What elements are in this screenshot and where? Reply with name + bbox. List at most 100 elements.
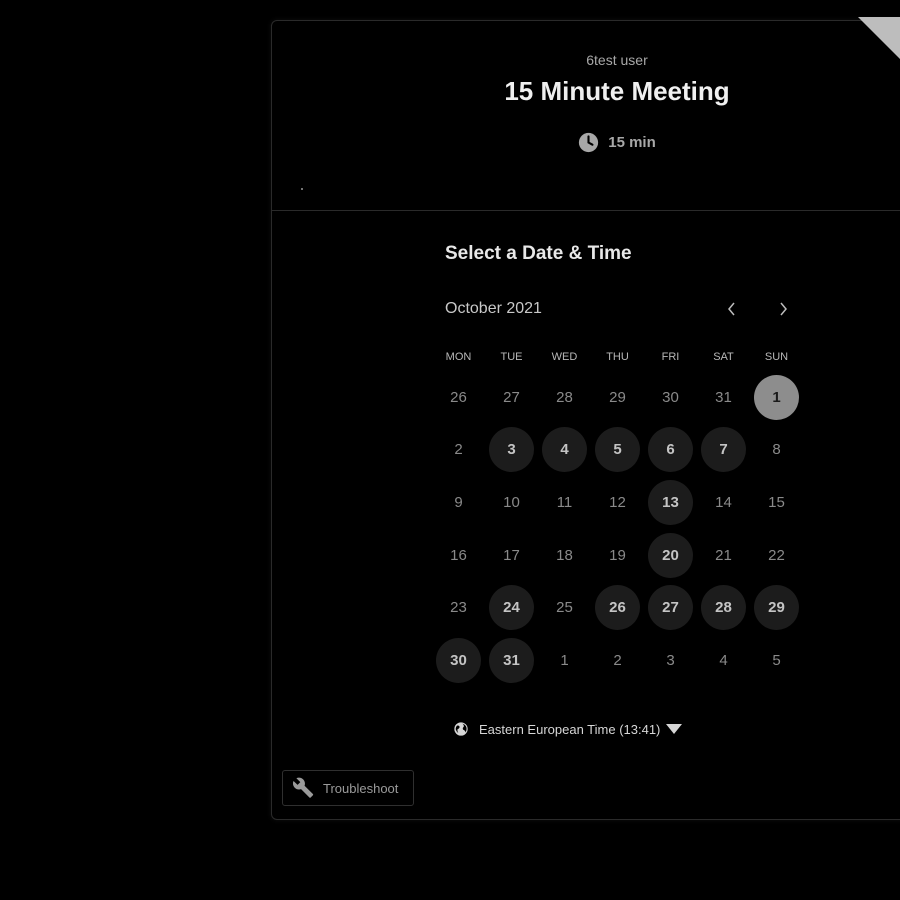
caret-down-icon [666, 724, 683, 734]
month-label: October 2021 [445, 300, 542, 317]
day-number: 24 [489, 585, 534, 631]
calendar-day[interactable]: 5 [591, 424, 644, 477]
day-number: 27 [648, 585, 693, 631]
calendar-day: 14 [697, 476, 750, 529]
weekday-label: TUE [500, 351, 523, 363]
chevron-right-icon [780, 302, 787, 316]
calendar-day: 5 [750, 634, 803, 687]
globe-icon [454, 722, 468, 736]
day-number: 2 [613, 651, 622, 669]
day-number: 17 [503, 546, 520, 564]
day-number: 28 [556, 388, 573, 406]
corner-ribbon [858, 17, 900, 61]
calendar-day: 11 [538, 476, 591, 529]
calendar-day[interactable]: 30 [432, 634, 485, 687]
calendar-day[interactable]: 7 [697, 424, 750, 477]
day-number: 7 [701, 427, 746, 473]
calendar-day: 31 [697, 371, 750, 424]
next-month-button[interactable] [771, 297, 795, 321]
calendar-day[interactable]: 27 [644, 581, 697, 634]
calendar-day: 30 [644, 371, 697, 424]
day-number: 23 [450, 599, 467, 617]
calendar-day: 19 [591, 529, 644, 582]
clock-icon [579, 132, 599, 153]
calendar-day[interactable]: 6 [644, 424, 697, 477]
calendar-day[interactable]: 20 [644, 529, 697, 582]
calendar-day: 1 [538, 634, 591, 687]
host-name: 6test user [586, 52, 648, 68]
day-number: 3 [666, 651, 675, 669]
day-number: 30 [662, 388, 679, 406]
calendar-day: 21 [697, 529, 750, 582]
calendar-day: 2 [591, 634, 644, 687]
calendar-day[interactable]: 3 [485, 424, 538, 477]
chevron-left-icon [728, 302, 735, 316]
day-number: 19 [609, 546, 626, 564]
day-number: 13 [648, 479, 693, 525]
calendar-day: 2 [432, 424, 485, 477]
timezone-selector[interactable]: Eastern European Time (13:41) [453, 721, 683, 737]
day-number: 29 [754, 585, 799, 631]
calendar-day: 16 [432, 529, 485, 582]
calendar-day[interactable]: 28 [697, 581, 750, 634]
calendar-day: 12 [591, 476, 644, 529]
troubleshoot-label: Troubleshoot [323, 780, 399, 796]
calendar-day: 18 [538, 529, 591, 582]
weekday-label: SUN [764, 351, 789, 363]
day-number: 3 [489, 427, 534, 473]
calendar-day: 28 [538, 371, 591, 424]
booking-card: 6test user 15 Minute Meeting 15 min Sele… [271, 20, 900, 820]
calendar-day: 3 [644, 634, 697, 687]
day-number: 14 [715, 493, 732, 511]
calendar-day-selected[interactable]: 1 [750, 371, 803, 424]
previous-month-button[interactable] [720, 297, 744, 321]
day-number: 11 [556, 493, 573, 511]
calendar-day[interactable]: 13 [644, 476, 697, 529]
calendar-day: 9 [432, 476, 485, 529]
day-number: 25 [556, 599, 573, 617]
day-number: 27 [503, 388, 520, 406]
day-number: 22 [768, 546, 785, 564]
duration-label: 15 min [608, 134, 656, 151]
calendar-day: 23 [432, 581, 485, 634]
calendar-grid: 26 27 28 29 30 31 1 2 3 4 5 6 7 8 9 10 11 12 13 14 15 16 17 18 1… [432, 371, 804, 687]
weekday-label: FRI [661, 351, 680, 363]
troubleshoot-button[interactable]: Troubleshoot [282, 770, 414, 806]
day-number: 1 [754, 374, 799, 420]
day-number: 10 [503, 493, 520, 511]
calendar-day: 29 [591, 371, 644, 424]
day-number: 28 [701, 585, 746, 631]
day-number: 4 [542, 427, 587, 473]
day-number: 12 [609, 493, 626, 511]
day-number: 5 [595, 427, 640, 473]
calendar-day: 4 [697, 634, 750, 687]
calendar-day[interactable]: 24 [485, 581, 538, 634]
event-duration: 15 min [272, 132, 900, 153]
day-number: 21 [715, 546, 732, 564]
calendar-day: 15 [750, 476, 803, 529]
calendar-day[interactable]: 29 [750, 581, 803, 634]
event-title: 15 Minute Meeting [504, 76, 730, 106]
section-title: Select a Date & Time [445, 243, 632, 264]
day-number: 1 [560, 651, 569, 669]
calendar-day[interactable]: 4 [538, 424, 591, 477]
day-number: 29 [609, 388, 626, 406]
day-number: 30 [436, 637, 481, 683]
calendar-day[interactable]: 26 [591, 581, 644, 634]
day-number: 26 [450, 388, 467, 406]
decorative-dot [301, 188, 303, 190]
day-number: 20 [648, 532, 693, 578]
day-number: 9 [454, 493, 463, 511]
weekday-label: WED [551, 351, 578, 363]
day-number: 26 [595, 585, 640, 631]
day-number: 18 [556, 546, 573, 564]
day-number: 16 [450, 546, 467, 564]
day-number: 2 [454, 441, 463, 459]
weekday-label: MON [445, 351, 472, 363]
day-number: 8 [772, 441, 781, 459]
calendar-day[interactable]: 31 [485, 634, 538, 687]
day-number: 6 [648, 427, 693, 473]
calendar-day: 25 [538, 581, 591, 634]
calendar-day: 26 [432, 371, 485, 424]
weekday-label: THU [606, 351, 629, 363]
